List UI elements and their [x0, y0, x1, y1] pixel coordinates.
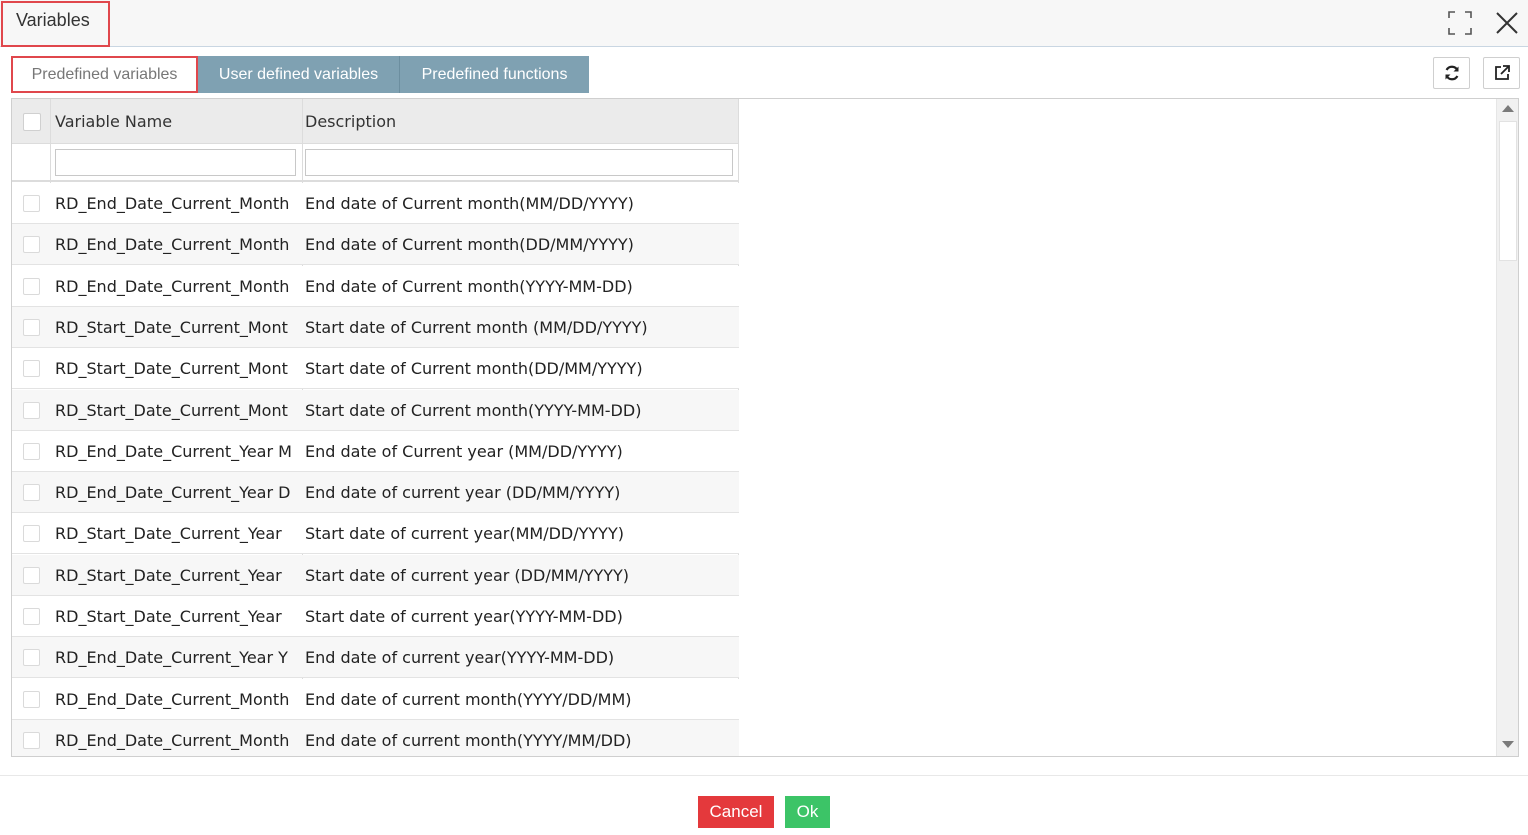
external-link-icon: [1495, 65, 1510, 80]
variable-name-cell: RD_End_Date_Current_Month: [55, 731, 290, 750]
description-cell: End date of Current month(YYYY-MM-DD): [305, 277, 633, 296]
close-icon[interactable]: [1492, 8, 1522, 38]
column-divider: [50, 99, 51, 183]
table-row[interactable]: RD_End_Date_Current_Year Y End date of cu…: [12, 637, 739, 678]
table-row[interactable]: RD_Start_Date_Current_Mont Start date of …: [12, 390, 739, 431]
table-row[interactable]: RD_End_Date_Current_Year M End date of Cu…: [12, 431, 739, 472]
dialog-footer: Cancel Ok: [0, 775, 1528, 835]
description-cell: Start date of current year(MM/DD/YYYY): [305, 524, 624, 543]
row-checkbox[interactable]: [23, 567, 40, 584]
description-cell: Start date of Current month (MM/DD/YYYY): [305, 318, 648, 337]
column-header-variable-name[interactable]: Variable Name: [55, 99, 172, 144]
variable-name-cell: RD_End_Date_Current_Year D: [55, 483, 291, 502]
row-checkbox[interactable]: [23, 484, 40, 501]
table-row[interactable]: RD_Start_Date_Current_Mont Start date of …: [12, 348, 739, 389]
tab-user-defined-variables[interactable]: User defined variables: [198, 56, 400, 93]
row-checkbox[interactable]: [23, 236, 40, 253]
row-checkbox[interactable]: [23, 443, 40, 460]
description-cell: Start date of Current month(DD/MM/YYYY): [305, 359, 643, 378]
variable-name-cell: RD_End_Date_Current_Year M: [55, 442, 292, 461]
popout-button[interactable]: [1483, 57, 1520, 89]
description-cell: End date of current year(YYYY-MM-DD): [305, 648, 615, 667]
description-cell: End date of current year (DD/MM/YYYY): [305, 483, 621, 502]
dialog-title: Variables: [16, 10, 90, 30]
description-cell: End date of current month(YYYY/DD/MM): [305, 690, 632, 709]
variable-name-cell: RD_End_Date_Current_Month: [55, 194, 290, 213]
variable-name-cell: RD_Start_Date_Current_Mont: [55, 401, 288, 420]
cancel-button[interactable]: Cancel: [698, 796, 774, 828]
scroll-up-arrow-icon[interactable]: [1502, 105, 1514, 112]
dialog-titlebar: Variables: [0, 0, 1528, 47]
row-checkbox[interactable]: [23, 691, 40, 708]
variable-name-cell: RD_Start_Date_Current_Year: [55, 607, 282, 626]
variable-name-cell: RD_End_Date_Current_Month: [55, 277, 290, 296]
description-cell: Start date of current year(YYYY-MM-DD): [305, 607, 623, 626]
table-row[interactable]: RD_Start_Date_Current_Mont Start date of …: [12, 307, 739, 348]
ok-button[interactable]: Ok: [785, 796, 830, 828]
description-cell: End date of current month(YYYY/MM/DD): [305, 731, 632, 750]
table-row[interactable]: RD_End_Date_Current_Month End date of Cur…: [12, 224, 739, 265]
variable-name-cell: RD_End_Date_Current_Month: [55, 690, 290, 709]
table-row[interactable]: RD_End_Date_Current_Month End date of Cur…: [12, 266, 739, 307]
table-row[interactable]: RD_Start_Date_Current_Year Start date of …: [12, 596, 739, 637]
variables-grid-frame: Variable Name Description RD_End_Date_Cu…: [11, 98, 1519, 757]
grid-filter-row: [12, 144, 739, 182]
variable-name-filter-input[interactable]: [55, 149, 296, 176]
variable-name-cell: RD_End_Date_Current_Year Y: [55, 648, 288, 667]
variable-name-cell: RD_Start_Date_Current_Mont: [55, 359, 288, 378]
tab-predefined-functions[interactable]: Predefined functions: [400, 56, 589, 93]
vertical-scrollbar[interactable]: [1496, 99, 1518, 756]
description-cell: Start date of Current month(YYYY-MM-DD): [305, 401, 642, 420]
variable-name-cell: RD_Start_Date_Current_Year: [55, 524, 282, 543]
row-checkbox[interactable]: [23, 732, 40, 749]
refresh-button[interactable]: [1433, 57, 1470, 89]
variable-name-cell: RD_End_Date_Current_Month: [55, 235, 290, 254]
row-checkbox[interactable]: [23, 402, 40, 419]
row-checkbox[interactable]: [23, 525, 40, 542]
column-header-description[interactable]: Description: [305, 99, 396, 144]
tab-predefined-variables[interactable]: Predefined variables: [11, 56, 198, 93]
maximize-icon[interactable]: [1446, 9, 1474, 37]
row-checkbox[interactable]: [23, 278, 40, 295]
description-cell: End date of Current month(DD/MM/YYYY): [305, 235, 634, 254]
description-cell: End date of Current year (MM/DD/YYYY): [305, 442, 623, 461]
description-cell: Start date of current year (DD/MM/YYYY): [305, 566, 630, 585]
table-row[interactable]: RD_End_Date_Current_Year D End date of cu…: [12, 472, 739, 513]
table-row[interactable]: RD_End_Date_Current_Month End date of Cur…: [12, 183, 739, 224]
refresh-icon: [1445, 65, 1459, 81]
description-cell: End date of Current month(MM/DD/YYYY): [305, 194, 634, 213]
row-checkbox[interactable]: [23, 319, 40, 336]
table-row[interactable]: RD_End_Date_Current_Month End date of cur…: [12, 720, 739, 756]
row-checkbox[interactable]: [23, 649, 40, 666]
table-row[interactable]: RD_Start_Date_Current_Year Start date of …: [12, 513, 739, 554]
scroll-down-arrow-icon[interactable]: [1502, 741, 1514, 748]
scrollbar-thumb[interactable]: [1499, 121, 1517, 261]
variable-name-cell: RD_Start_Date_Current_Mont: [55, 318, 288, 337]
select-all-checkbox[interactable]: [23, 113, 41, 131]
variable-name-cell: RD_Start_Date_Current_Year: [55, 566, 282, 585]
grid-header-row: Variable Name Description: [12, 99, 739, 144]
row-checkbox[interactable]: [23, 608, 40, 625]
row-checkbox[interactable]: [23, 195, 40, 212]
row-checkbox[interactable]: [23, 360, 40, 377]
description-filter-input[interactable]: [305, 149, 733, 176]
table-row[interactable]: RD_End_Date_Current_Month End date of cur…: [12, 679, 739, 720]
table-row[interactable]: RD_Start_Date_Current_Year Start date of …: [12, 555, 739, 596]
